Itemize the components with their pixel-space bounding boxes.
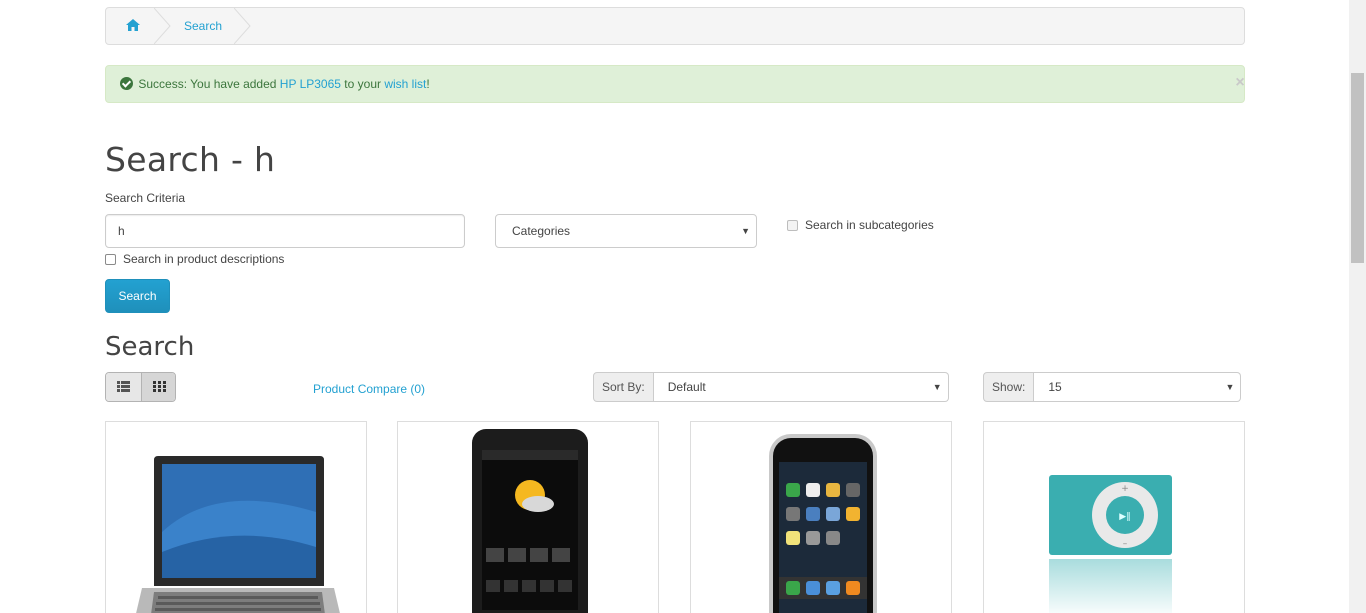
home-icon <box>126 19 140 31</box>
descriptions-label: Search in product descriptions <box>123 252 285 266</box>
product-card[interactable] <box>397 421 659 613</box>
limit-select[interactable]: 15 ▼ <box>1034 372 1242 402</box>
search-input[interactable] <box>105 214 465 248</box>
search-criteria-label: Search Criteria <box>105 191 186 205</box>
list-view-button[interactable] <box>106 373 141 401</box>
scrollbar-thumb[interactable] <box>1351 73 1364 263</box>
category-select[interactable]: Categories ▼ <box>495 214 757 248</box>
page-scrollbar[interactable] <box>1349 0 1366 613</box>
close-icon[interactable]: × <box>1230 66 1250 100</box>
grid-icon <box>152 381 166 392</box>
show-label: Show: <box>983 372 1035 402</box>
sort-group: Sort By: Default ▼ <box>593 372 949 402</box>
svg-text:–: – <box>1123 539 1128 549</box>
alert-text-middle: to your <box>340 77 385 91</box>
wishlist-link[interactable]: wish list <box>384 77 426 91</box>
chevron-down-icon: ▼ <box>741 226 750 236</box>
sort-select-value: Default <box>667 380 706 394</box>
iphone-image[interactable] <box>691 422 952 613</box>
product-compare-link[interactable]: Product Compare (0) <box>313 382 425 396</box>
success-alert: Success: You have added HP LP3065 to you… <box>105 65 1245 103</box>
product-card[interactable]: ▶‖ + – <box>983 421 1245 613</box>
product-card[interactable] <box>105 421 367 613</box>
laptop-image[interactable] <box>106 422 367 613</box>
checkbox-icon[interactable] <box>787 220 798 231</box>
breadcrumb-search-link[interactable]: Search <box>184 8 222 44</box>
sort-select[interactable]: Default ▼ <box>653 372 949 402</box>
show-group: Show: 15 ▼ <box>983 372 1242 402</box>
page-title: Search - h <box>105 140 276 179</box>
checkbox-icon[interactable] <box>105 254 116 265</box>
subcategories-checkbox[interactable]: Search in subcategories <box>787 218 934 232</box>
breadcrumb-separator <box>154 8 172 44</box>
svg-text:+: + <box>1121 484 1129 494</box>
chevron-down-icon: ▼ <box>1225 382 1235 392</box>
subcategories-label: Search in subcategories <box>805 218 934 232</box>
grid-view-button[interactable] <box>140 373 175 401</box>
view-toggle-group <box>105 372 176 402</box>
product-card[interactable] <box>690 421 952 613</box>
alert-text-suffix: ! <box>426 77 430 91</box>
results-title: Search <box>105 332 195 362</box>
alert-text: Success: You have added <box>138 77 280 91</box>
ipod-shuffle-image[interactable]: ▶‖ + – <box>984 422 1245 613</box>
descriptions-checkbox[interactable]: Search in product descriptions <box>105 252 284 266</box>
check-circle-icon <box>120 77 133 90</box>
breadcrumb: Search <box>105 7 1245 45</box>
product-link[interactable]: HP LP3065 <box>280 77 341 91</box>
smartphone-image[interactable] <box>398 422 659 613</box>
category-select-value: Categories <box>512 224 571 238</box>
chevron-down-icon: ▼ <box>932 382 942 392</box>
breadcrumb-separator <box>234 8 252 44</box>
search-button[interactable]: Search <box>105 279 170 313</box>
sort-label: Sort By: <box>593 372 654 402</box>
limit-select-value: 15 <box>1048 380 1062 394</box>
svg-text:▶‖: ▶‖ <box>1119 512 1130 522</box>
list-icon <box>117 381 130 392</box>
